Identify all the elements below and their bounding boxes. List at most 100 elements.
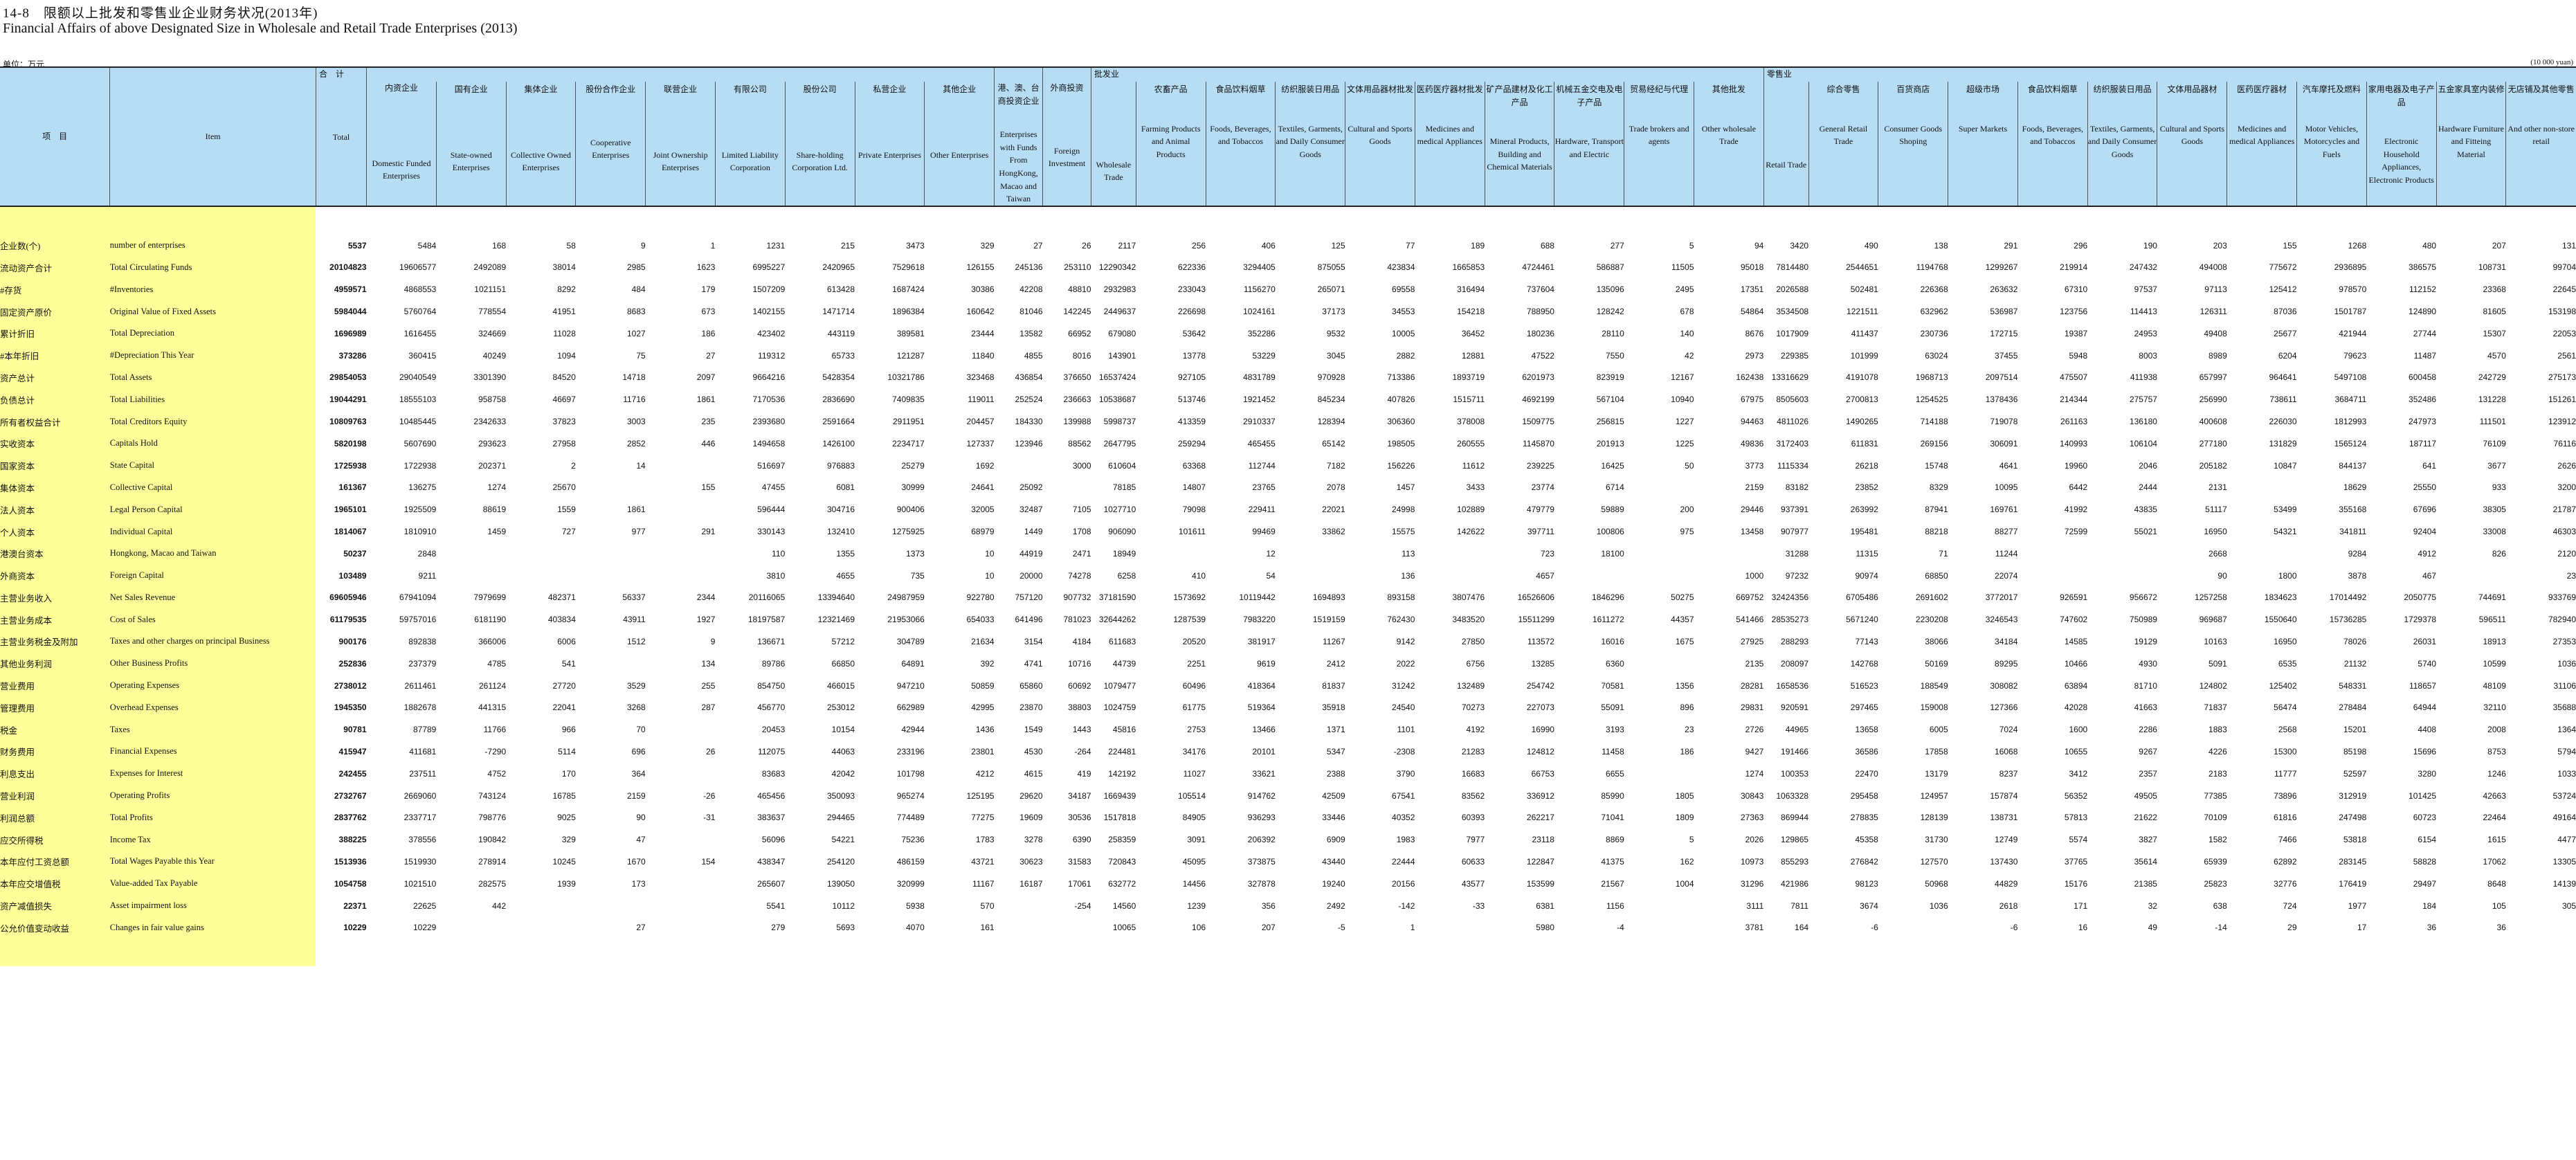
table-cell: 1977: [2348, 900, 2367, 911]
row-label-cn: 实收资本: [0, 432, 110, 455]
wholesale-sub-header-cn: 文体用品器材批发: [1347, 84, 1414, 94]
table-cell: 2050775: [2404, 592, 2437, 603]
retail-sub-header-cn: 食品饮料烟草: [2027, 84, 2078, 94]
table-cell: 204457: [966, 417, 995, 427]
table-cell: 403834: [547, 615, 576, 625]
table-cell: 154: [701, 856, 716, 867]
row-label-cn: 营业利润: [0, 784, 110, 807]
table-cell: 1027710: [1103, 505, 1136, 515]
table-cell: 43577: [1461, 878, 1485, 889]
table-cell: 207: [1261, 923, 1276, 933]
table-cell: -254: [1074, 900, 1091, 911]
table-cell: 570: [980, 900, 995, 911]
table-cell: 5574: [2069, 835, 2088, 845]
table-cell: 128139: [1920, 813, 1948, 823]
table-cell: 26218: [1855, 460, 1878, 471]
table-cell: 5537: [347, 240, 367, 251]
table-cell: 283145: [2339, 856, 2367, 867]
retail-header: 零售业Retail Trade: [1763, 82, 1809, 206]
table-cell: 100353: [1781, 768, 1809, 779]
table-cell: 927105: [1178, 372, 1206, 383]
item-header-en: Item: [109, 68, 316, 206]
table-cell: 10655: [2064, 746, 2088, 756]
table-cell: 1861: [626, 505, 646, 515]
row-label-en: Changes in fair value gains: [109, 916, 316, 939]
table-cell: 50237: [343, 548, 367, 559]
table-cell: 2568: [2278, 725, 2297, 735]
row-label-cn: 集体资本: [0, 476, 110, 499]
row-label-en: Cost of Sales: [109, 608, 316, 631]
table-cell: 413359: [1178, 417, 1206, 427]
table-cell: 2848: [417, 548, 437, 559]
table-cell: 21622: [2134, 813, 2157, 823]
row-label-cn: 固定资产原价: [0, 300, 110, 323]
table-cell: 2492089: [473, 262, 507, 273]
table-cell: 406: [1261, 240, 1276, 251]
retail-sub-header-en: Medicines and medical Appliances: [2229, 123, 2295, 147]
table-cell: 47: [636, 835, 646, 845]
retail-sub-header-cn: 综合零售: [1826, 84, 1860, 94]
table-cell: 60723: [2413, 813, 2437, 823]
table-cell: 263992: [1850, 505, 1878, 515]
row-label-en: Value-added Tax Payable: [109, 872, 316, 895]
table-cell: 48109: [2483, 680, 2506, 691]
table-cell: 219914: [2060, 262, 2088, 273]
table-cell: 2936895: [2334, 262, 2367, 273]
table-cell: 247432: [2129, 262, 2157, 273]
table-cell: 352286: [1247, 328, 1276, 338]
table-cell: 5693: [836, 923, 855, 933]
table-cell: 456770: [757, 703, 786, 713]
table-cell: 2910337: [1243, 417, 1276, 427]
wholesale-sub-header-en: Textiles, Garments, and Daily Consumer G…: [1276, 123, 1345, 159]
table-cell: 31106: [2553, 680, 2576, 691]
table-cell: 37765: [2064, 856, 2088, 867]
table-cell: 6181190: [474, 615, 507, 625]
table-cell: 41992: [2064, 505, 2088, 515]
table-cell: 423834: [1387, 262, 1415, 273]
table-cell: 4959571: [334, 284, 367, 295]
table-cell: 1512: [626, 636, 646, 646]
table-cell: 10321786: [887, 372, 925, 383]
table-cell: 99704: [2552, 262, 2576, 273]
table-cell: 21953066: [887, 615, 925, 625]
table-cell: 1814067: [334, 527, 367, 536]
table-cell: 23870: [1019, 703, 1043, 713]
table-cell: 1194768: [1916, 262, 1948, 273]
retail-sub-header-en: Consumer Goods Shoping: [1884, 123, 1943, 147]
table-cell: 255: [701, 680, 716, 691]
table-cell: 610604: [1108, 460, 1136, 471]
table-cell: 29854053: [329, 372, 367, 383]
table-cell: 23801: [971, 746, 995, 756]
table-cell: 43721: [971, 856, 995, 867]
table-cell: 59757016: [399, 615, 437, 625]
table-cell: 88277: [1995, 527, 2018, 536]
table-cell: 16016: [1601, 636, 1624, 646]
table-cell: 6006: [557, 636, 576, 646]
table-cell: 159008: [1920, 703, 1948, 713]
row-label-en: Original Value of Fixed Assets: [109, 300, 316, 323]
wholesale-sub-header-en: Foods, Beverages, and Tobaccos: [1210, 123, 1271, 147]
table-cell: 3433: [1466, 482, 1485, 493]
table-cell: 29831: [1740, 703, 1764, 713]
table-cell: 1800: [2278, 570, 2297, 581]
table-cell: 160642: [966, 307, 995, 317]
domestic-sub-header: 股份合作企业 Cooperative Enterprises: [575, 82, 646, 206]
table-cell: 131: [2561, 240, 2576, 251]
table-cell: 16425: [1601, 460, 1624, 471]
table-cell: 329: [980, 240, 995, 251]
table-cell: 242455: [338, 768, 367, 779]
foreign-header: 外商投资 Foreign Investment: [1042, 68, 1091, 206]
table-cell: -7290: [484, 746, 507, 756]
table-cell: 727: [561, 527, 576, 536]
wholesale-sub-header-cn: 食品饮料烟草: [1215, 84, 1266, 94]
wholesale-sub-header-cn: 其他批发: [1712, 84, 1745, 94]
row-label-en: Expenses for Interest: [109, 762, 316, 785]
table-cell: 89786: [761, 658, 786, 669]
table-cell: 47522: [1531, 350, 1554, 361]
table-cell: 3473: [906, 240, 925, 251]
table-cell: 1939: [557, 878, 576, 889]
domestic-header-cn: 内资企业: [384, 83, 418, 93]
table-cell: 713386: [1387, 372, 1415, 383]
table-cell: 17061: [1068, 878, 1091, 889]
row-label-cn: #本年折旧: [0, 344, 110, 367]
